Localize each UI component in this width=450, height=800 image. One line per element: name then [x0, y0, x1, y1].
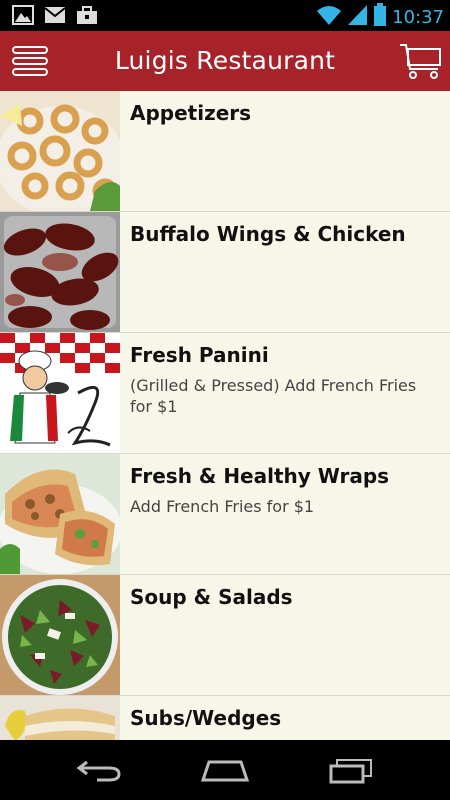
category-name: Buffalo Wings & Chicken [130, 222, 406, 246]
category-row-appetizers[interactable]: Appetizers [0, 91, 450, 212]
recent-apps-icon[interactable] [327, 754, 377, 786]
luigis-chef-logo-image [0, 333, 120, 453]
category-row-fresh-healthy-wraps[interactable]: Fresh & Healthy Wraps Add French Fries f… [0, 454, 450, 575]
system-nav-bar [0, 740, 450, 800]
wifi-icon [316, 4, 342, 30]
status-bar: 10:37 [0, 0, 450, 31]
app-bar: Luigis Restaurant [0, 31, 450, 91]
signal-icon [348, 4, 368, 30]
buffalo-wings-image [0, 212, 120, 332]
category-name: Appetizers [130, 101, 252, 125]
sub-sandwich-image [0, 696, 120, 740]
home-icon[interactable] [200, 754, 250, 786]
category-row-buffalo-wings[interactable]: Buffalo Wings & Chicken [0, 212, 450, 333]
fried-calamari-image [0, 91, 120, 211]
salad-image [0, 575, 120, 695]
category-name: Fresh & Healthy Wraps [130, 464, 390, 488]
shopping-cart-icon[interactable] [398, 41, 444, 81]
chicken-wrap-image [0, 454, 120, 574]
category-row-subs-wedges[interactable]: Subs/Wedges [0, 696, 450, 740]
category-list[interactable]: Appetizers Buffalo Wings & Chicken Fresh… [0, 91, 450, 740]
gmail-icon [44, 5, 66, 29]
briefcase-icon [76, 5, 98, 29]
status-time: 10:37 [392, 6, 444, 28]
category-name: Soup & Salads [130, 585, 293, 609]
app-title: Luigis Restaurant [114, 46, 336, 75]
picture-icon [12, 5, 34, 29]
back-icon[interactable] [75, 754, 125, 786]
category-row-soup-salads[interactable]: Soup & Salads [0, 575, 450, 696]
category-description: (Grilled & Pressed) Add French Fries for… [130, 376, 417, 416]
battery-icon [374, 3, 387, 31]
category-description: Add French Fries for $1 [130, 497, 315, 516]
category-row-fresh-panini[interactable]: Fresh Panini (Grilled & Pressed) Add Fre… [0, 333, 450, 454]
category-name: Fresh Panini [130, 343, 269, 367]
category-name: Subs/Wedges [130, 706, 282, 730]
